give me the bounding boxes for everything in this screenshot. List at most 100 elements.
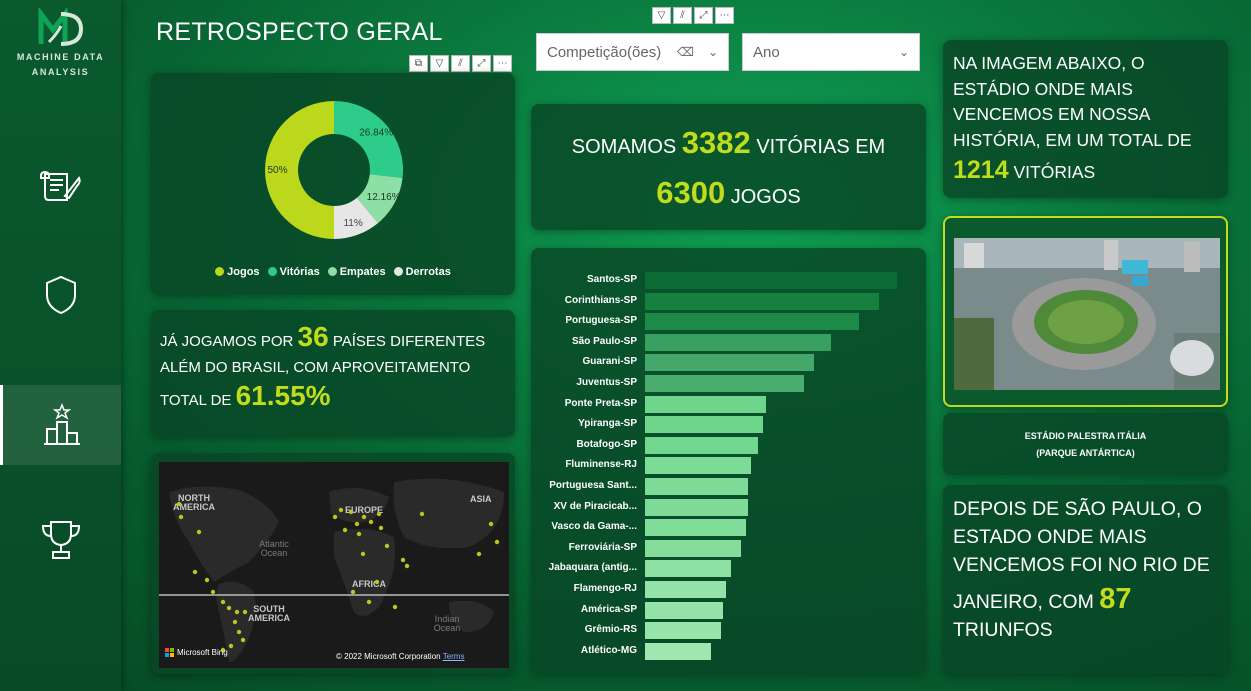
bar[interactable] (645, 560, 731, 578)
bar-row[interactable]: Santos-SP (531, 272, 926, 289)
competicao-slicer[interactable]: Competição(ões) ⌫ ⌄ (536, 33, 729, 71)
map-point[interactable] (226, 605, 232, 611)
bar[interactable] (645, 498, 749, 516)
map-point[interactable] (342, 527, 348, 533)
drill-icon[interactable]: ⫽ (673, 7, 692, 24)
map-point[interactable] (210, 589, 216, 595)
nav-item-titulos[interactable] (0, 500, 121, 580)
chevron-down-icon[interactable]: ⌄ (899, 45, 909, 59)
bar-row[interactable]: Flamengo-RJ (531, 581, 926, 598)
bar[interactable] (645, 622, 721, 640)
map-point[interactable] (366, 599, 372, 605)
bar[interactable] (645, 478, 749, 495)
bar-row[interactable]: XV de Piracicab... (531, 498, 926, 516)
map-point[interactable] (350, 589, 356, 595)
map-point[interactable] (419, 511, 425, 517)
bar[interactable] (645, 519, 746, 537)
bar-row[interactable]: Grêmio-RS (531, 622, 926, 640)
bar-row[interactable]: Guarani-SP (531, 354, 926, 372)
map-point[interactable] (488, 521, 494, 527)
bar-row[interactable]: Ypiranga-SP (531, 416, 926, 434)
bar-row[interactable]: Portuguesa-SP (531, 313, 926, 331)
bar[interactable] (645, 313, 860, 331)
bar[interactable] (645, 333, 832, 351)
bar[interactable] (645, 436, 759, 454)
bar[interactable] (645, 581, 726, 598)
bar-row[interactable]: Vasco da Gama-... (531, 519, 926, 537)
map-point[interactable] (332, 514, 338, 520)
bar-row[interactable]: Jabaquara (antig... (531, 560, 926, 578)
map-point[interactable] (178, 514, 184, 520)
legend-item-empates[interactable]: Empates (327, 266, 386, 278)
map-point[interactable] (361, 514, 367, 520)
map-point[interactable] (220, 599, 226, 605)
copy-icon[interactable]: ⧉ (409, 55, 428, 72)
bar-row[interactable]: São Paulo-SP (531, 333, 926, 351)
map-terms-link[interactable]: Terms (443, 652, 465, 661)
bar[interactable] (645, 292, 880, 310)
map-point[interactable] (348, 509, 354, 515)
map-point[interactable] (232, 619, 238, 625)
map-point[interactable] (368, 519, 374, 525)
focus-mode-icon[interactable]: ⤢ (694, 7, 713, 24)
donut-slice-vitórias[interactable] (334, 101, 403, 178)
map-point[interactable] (234, 609, 240, 615)
bar[interactable] (645, 539, 741, 557)
bar-label: Corinthians-SP (564, 294, 637, 306)
map-point[interactable] (192, 569, 198, 575)
map-point[interactable] (376, 511, 382, 517)
bar[interactable] (645, 395, 766, 413)
nav-item-clube[interactable] (0, 255, 121, 335)
map-point[interactable] (356, 531, 362, 537)
bar-row[interactable]: Ponte Preta-SP (531, 395, 926, 413)
map-point[interactable] (240, 637, 246, 643)
nav-item-retrospecto-historico[interactable] (0, 148, 121, 228)
map-point[interactable] (360, 551, 366, 557)
bar-row[interactable]: Corinthians-SP (531, 292, 926, 310)
map-point[interactable] (476, 551, 482, 557)
bar[interactable] (645, 642, 711, 660)
chevron-down-icon[interactable]: ⌄ (708, 45, 718, 59)
bar[interactable] (645, 354, 814, 372)
legend-item-vitorias[interactable]: Vitórias (267, 266, 320, 278)
filter-icon[interactable]: ▽ (430, 55, 449, 72)
map-point[interactable] (384, 543, 390, 549)
bar[interactable] (645, 457, 751, 475)
bar[interactable] (645, 601, 724, 619)
map-point[interactable] (404, 563, 410, 569)
map-point[interactable] (374, 579, 380, 585)
map-point[interactable] (196, 529, 202, 535)
map-point[interactable] (176, 501, 182, 507)
eraser-icon[interactable]: ⌫ (677, 45, 694, 59)
filter-icon[interactable]: ▽ (652, 7, 671, 24)
map-point[interactable] (378, 525, 384, 531)
more-options-icon[interactable]: ⋯ (715, 7, 734, 24)
map-point[interactable] (392, 604, 398, 610)
map-point[interactable] (242, 609, 248, 615)
bar-row[interactable]: América-SP (531, 601, 926, 619)
nav-item-retrospecto-geral[interactable] (0, 385, 121, 465)
ano-slicer[interactable]: Ano ⌄ (742, 33, 920, 71)
bar-row[interactable]: Atlético-MG (531, 642, 926, 660)
bar[interactable] (645, 416, 764, 434)
map-point[interactable] (236, 629, 242, 635)
map-point[interactable] (400, 557, 406, 563)
map-point[interactable] (204, 577, 210, 583)
bar[interactable] (645, 272, 897, 289)
more-options-icon[interactable]: ⋯ (493, 55, 512, 72)
map-point[interactable] (338, 507, 344, 513)
map-point[interactable] (494, 539, 500, 545)
focus-mode-icon[interactable]: ⤢ (472, 55, 491, 72)
bar-row[interactable]: Fluminense-RJ (531, 457, 926, 475)
drill-icon[interactable]: ⫽ (451, 55, 470, 72)
world-map[interactable]: NORTH AMERICA EUROPE ASIA AFRICA SOUTH A… (159, 462, 509, 668)
map-point[interactable] (354, 521, 360, 527)
bar-row[interactable]: Botafogo-SP (531, 436, 926, 454)
bar[interactable] (645, 375, 804, 392)
legend-item-jogos[interactable]: Jogos (215, 266, 260, 278)
bar-row[interactable]: Juventus-SP (531, 375, 926, 392)
bar-row[interactable]: Ferroviária-SP (531, 539, 926, 557)
bar-row[interactable]: Portuguesa Sant... (531, 478, 926, 495)
legend-item-derrotas[interactable]: Derrotas (393, 266, 451, 278)
map-point[interactable] (228, 643, 234, 649)
